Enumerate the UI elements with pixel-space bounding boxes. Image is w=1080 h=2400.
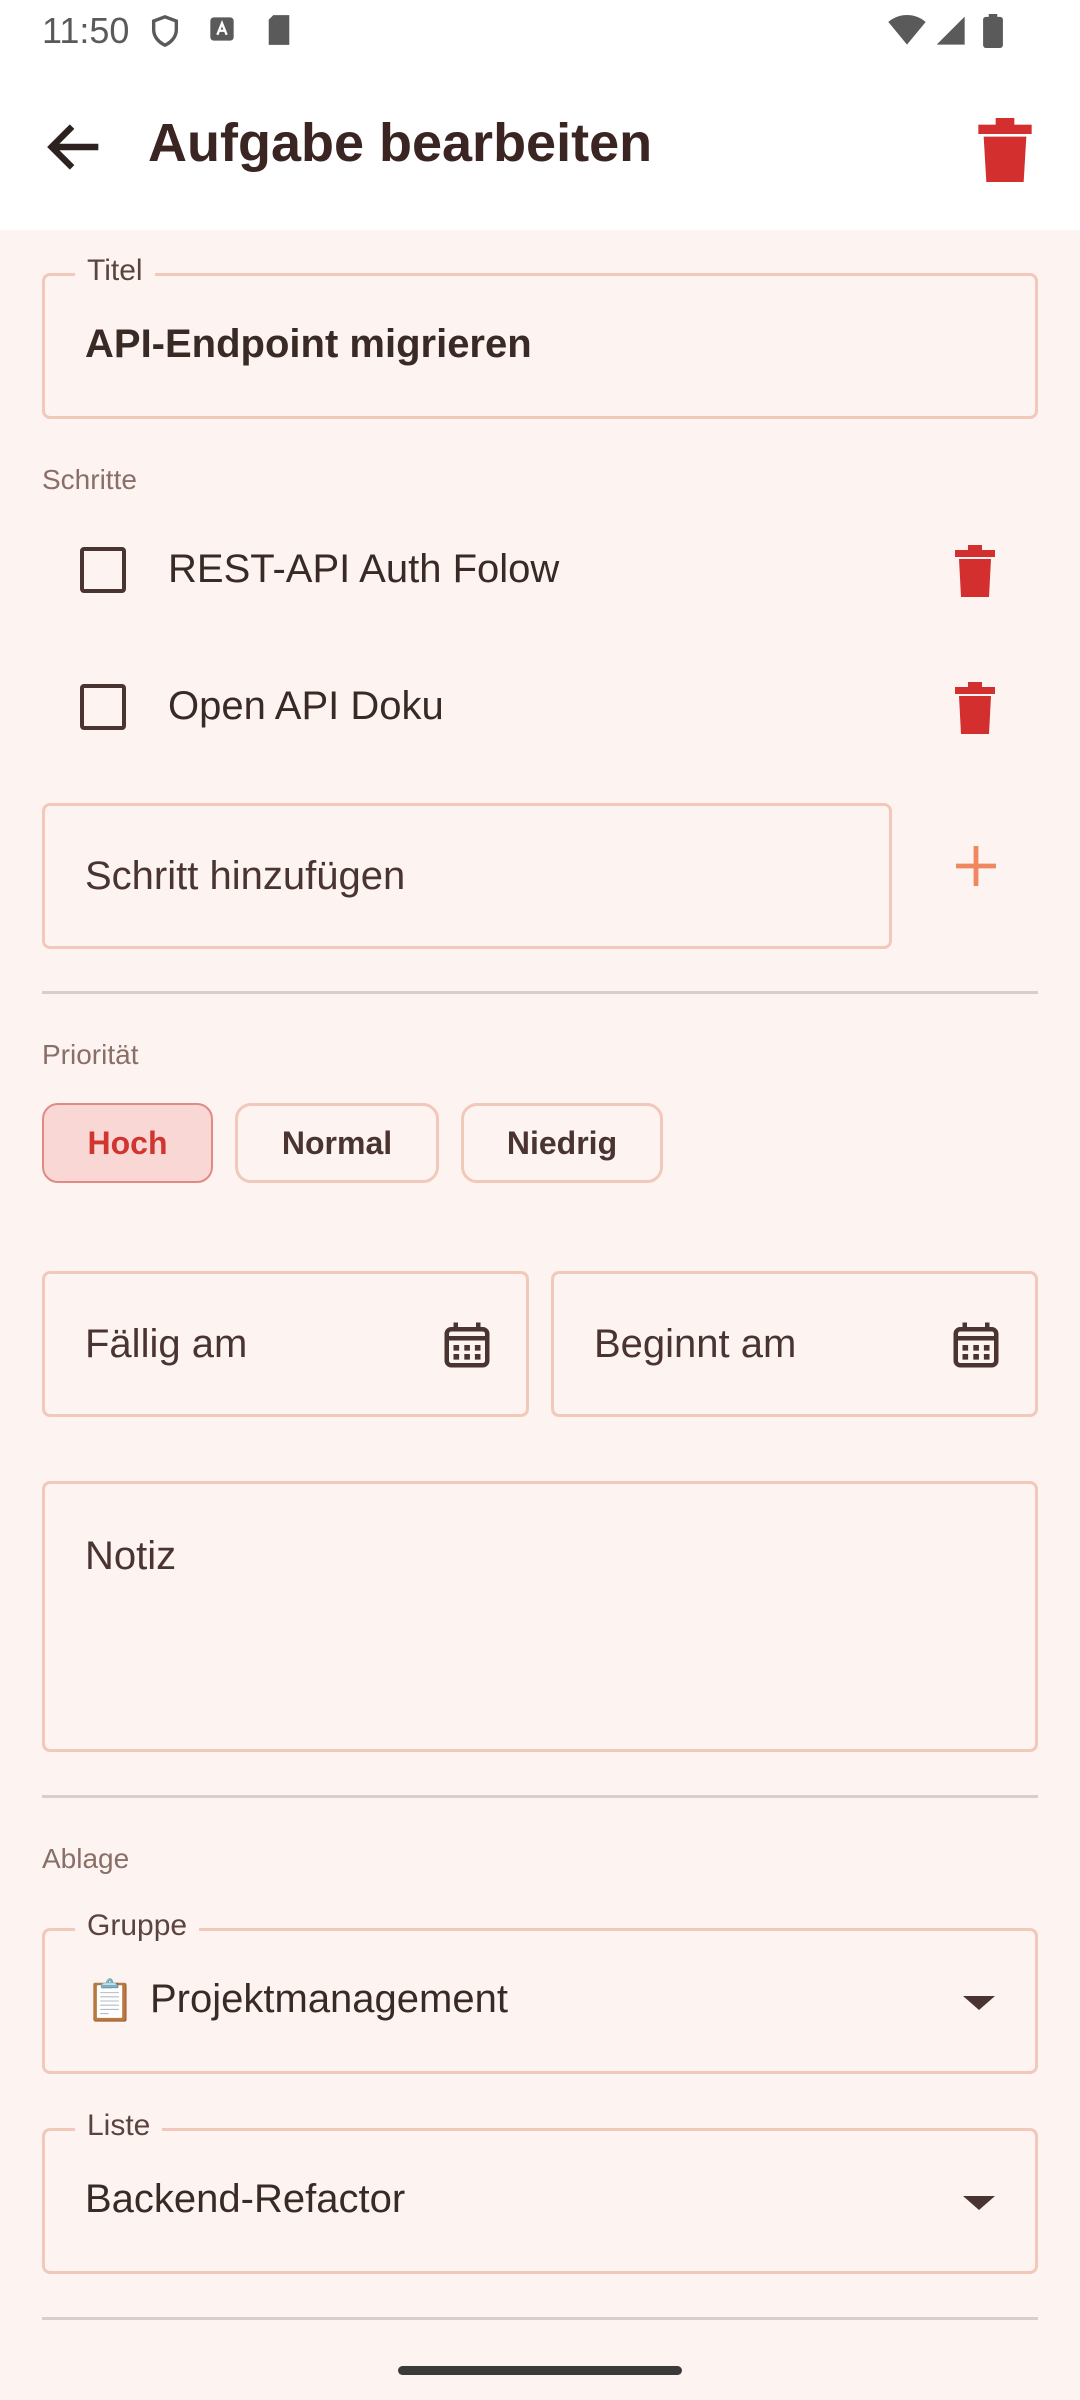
due-date-field[interactable]: Fällig am	[42, 1271, 529, 1417]
group-dropdown-label: Gruppe	[75, 1909, 200, 1943]
wifi-status-icon	[888, 15, 926, 45]
page-title: Aufgabe bearbeiten	[148, 113, 653, 173]
filing-section-label: Ablage	[42, 1843, 130, 1874]
delete-step-icon[interactable]	[955, 545, 995, 597]
status-bar: 11:50	[0, 0, 1080, 60]
group-dropdown[interactable]: Gruppe 📋 Projektmanagement	[42, 1909, 1038, 2074]
title-field-label: Titel	[75, 254, 155, 288]
note-placeholder: Notiz	[85, 1534, 177, 1578]
add-step-plus-icon[interactable]	[952, 842, 1000, 890]
keyboard-status-icon	[210, 17, 234, 41]
status-time: 11:50	[42, 10, 130, 51]
delete-task-icon[interactable]	[975, 118, 1035, 182]
shield-status-icon	[151, 15, 179, 48]
calendar-icon[interactable]	[949, 1318, 1003, 1372]
priority-chip-niedrig[interactable]: Niedrig	[461, 1103, 663, 1183]
priority-chip-normal[interactable]: Normal	[235, 1103, 439, 1183]
title-field-value: API-Endpoint migrieren	[85, 322, 532, 366]
divider	[42, 1795, 1038, 1798]
signal-status-icon	[936, 16, 965, 45]
battery-status-icon	[983, 14, 1003, 48]
note-field[interactable]: Notiz	[42, 1481, 1038, 1752]
list-dropdown[interactable]: Liste Backend-Refactor	[42, 2109, 1038, 2274]
list-dropdown-value: Backend-Refactor	[85, 2177, 406, 2221]
chevron-down-icon	[963, 1996, 995, 2010]
chevron-down-icon	[963, 2196, 995, 2210]
start-date-field[interactable]: Beginnt am	[551, 1271, 1038, 1417]
add-step-input[interactable]: Schritt hinzufügen	[42, 803, 892, 949]
sdcard-status-icon	[268, 15, 290, 45]
app-bar: Aufgabe bearbeiten	[0, 60, 1080, 230]
delete-step-icon[interactable]	[955, 682, 995, 734]
list-dropdown-label: Liste	[75, 2109, 163, 2143]
due-date-placeholder: Fällig am	[85, 1322, 248, 1366]
priority-chip-hoch[interactable]: Hoch	[42, 1103, 213, 1183]
divider	[42, 2317, 1038, 2320]
start-date-placeholder: Beginnt am	[594, 1322, 797, 1366]
priority-section-label: Priorität	[42, 1039, 139, 1070]
step-label[interactable]: REST-API Auth Folow	[168, 547, 559, 592]
step-label[interactable]: Open API Doku	[168, 684, 444, 729]
group-dropdown-value: Projektmanagement	[150, 1977, 508, 2021]
title-field[interactable]: Titel API-Endpoint migrieren	[42, 254, 1038, 419]
divider	[42, 991, 1038, 994]
back-arrow-icon[interactable]	[40, 112, 110, 182]
home-indicator[interactable]	[398, 2366, 682, 2375]
steps-section-label: Schritte	[42, 464, 137, 495]
step-checkbox[interactable]	[80, 547, 126, 593]
step-checkbox[interactable]	[80, 684, 126, 730]
group-emoji: 📋	[85, 1979, 135, 2023]
calendar-icon[interactable]	[440, 1318, 494, 1372]
add-step-placeholder: Schritt hinzufügen	[85, 854, 406, 898]
